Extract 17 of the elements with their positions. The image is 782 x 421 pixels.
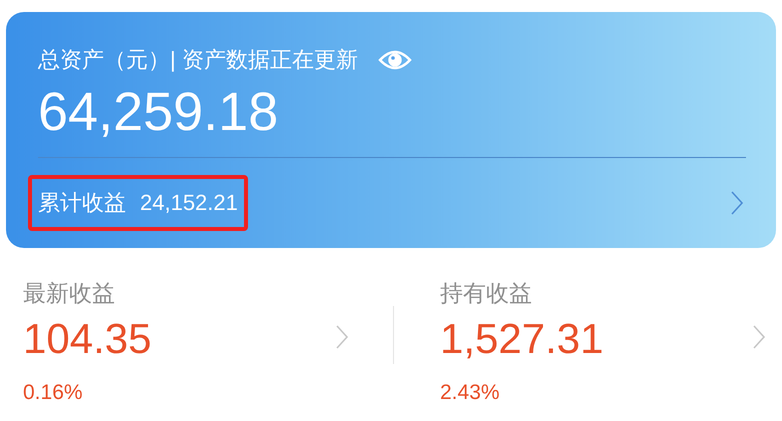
- chevron-right-icon: [752, 324, 766, 350]
- stat-label: 持有收益: [440, 279, 533, 308]
- stat-value: 104.35: [23, 314, 152, 364]
- stat-value: 1,527.31: [440, 314, 604, 364]
- stat-percent: 2.43%: [440, 380, 501, 406]
- total-assets-amount: 64,259.18: [38, 82, 280, 142]
- cumulative-value: 24,152.21: [140, 189, 238, 217]
- earnings-stat[interactable]: 持有收益 1,527.31 2.43%: [394, 278, 782, 406]
- chevron-right-icon: [730, 190, 744, 216]
- cumulative-label: 累计收益: [38, 189, 126, 217]
- card-title: 总资产（元）| 资产数据正在更新: [38, 46, 358, 74]
- stat-label: 最新收益: [23, 279, 116, 308]
- eye-icon[interactable]: [378, 48, 412, 72]
- stat-percent: 0.16%: [23, 380, 84, 406]
- cumulative-earnings[interactable]: 累计收益 24,152.21: [28, 175, 248, 231]
- chevron-right-icon: [335, 324, 349, 350]
- earnings-stat[interactable]: 最新收益 104.35 0.16%: [0, 278, 393, 406]
